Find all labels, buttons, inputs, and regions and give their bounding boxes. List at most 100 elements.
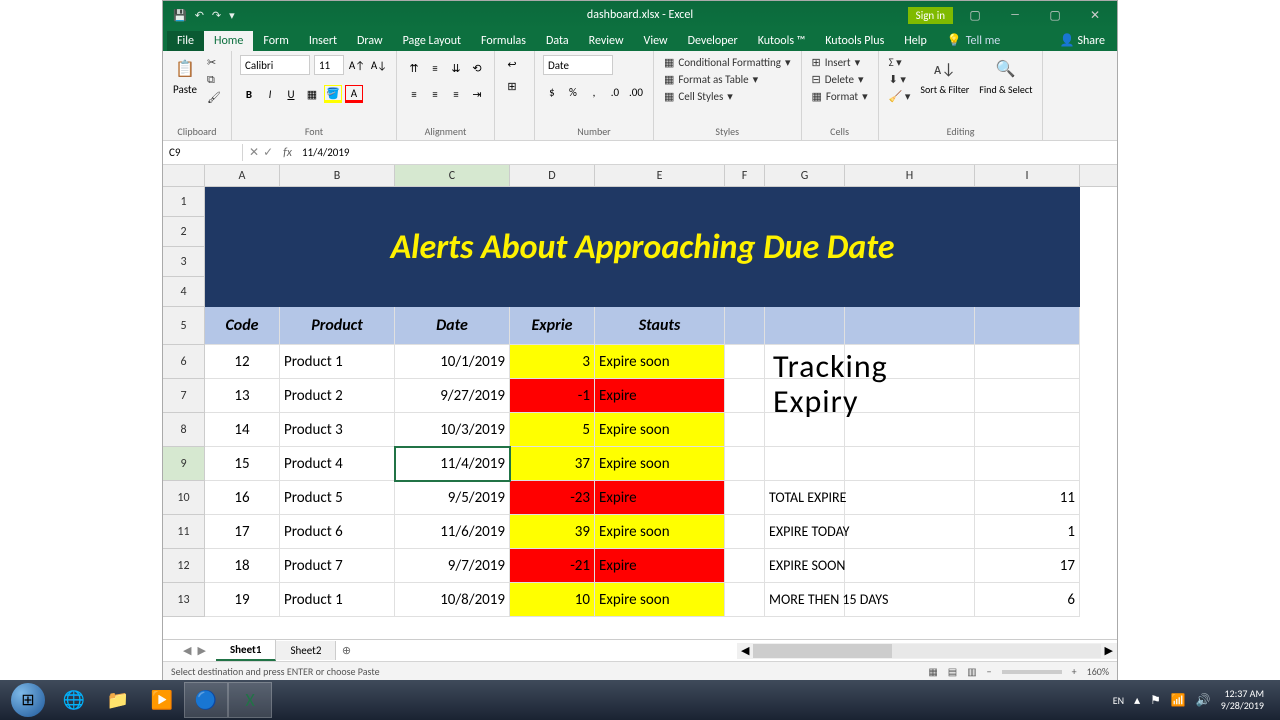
- sheet-nav-prev-icon[interactable]: ◀: [183, 644, 191, 657]
- cell-H12[interactable]: [845, 549, 975, 583]
- cell-B6[interactable]: Product 1: [280, 345, 395, 379]
- cell-D5[interactable]: Exprie: [510, 307, 595, 345]
- tab-file[interactable]: File: [167, 31, 204, 51]
- fill-color-button[interactable]: 🪣: [324, 85, 342, 103]
- cell-D6[interactable]: 3: [510, 345, 595, 379]
- autosum-button[interactable]: Σ ▾: [887, 55, 913, 70]
- tab-kutools-plus[interactable]: Kutools Plus: [815, 31, 894, 51]
- cell-B10[interactable]: Product 5: [280, 481, 395, 515]
- zoom-slider[interactable]: [1002, 670, 1062, 674]
- tray-flag-icon[interactable]: ⚑: [1150, 693, 1161, 708]
- col-header-B[interactable]: B: [280, 165, 395, 186]
- cell-F5[interactable]: [725, 307, 765, 345]
- cell-F12[interactable]: [725, 549, 765, 583]
- cell-B12[interactable]: Product 7: [280, 549, 395, 583]
- select-all-corner[interactable]: [163, 165, 205, 186]
- tray-lang[interactable]: EN: [1113, 694, 1124, 707]
- cell-H9[interactable]: [845, 447, 975, 481]
- row-header-5[interactable]: 5: [163, 307, 205, 345]
- row-header-13[interactable]: 13: [163, 583, 205, 617]
- number-format-select[interactable]: [543, 55, 613, 75]
- cell-A10[interactable]: 16: [205, 481, 280, 515]
- wrap-text-icon[interactable]: ↩: [503, 55, 521, 73]
- cell-D7[interactable]: -1: [510, 379, 595, 413]
- cell-C8[interactable]: 10/3/2019: [395, 413, 510, 447]
- border-button[interactable]: ▦: [303, 85, 321, 103]
- cell-B9[interactable]: Product 4: [280, 447, 395, 481]
- font-name-input[interactable]: [240, 55, 310, 75]
- cell-F10[interactable]: [725, 481, 765, 515]
- cell-F11[interactable]: [725, 515, 765, 549]
- cell-I13[interactable]: 6: [975, 583, 1080, 617]
- view-page-icon[interactable]: ▤: [948, 665, 957, 678]
- cell-H10[interactable]: [845, 481, 975, 515]
- cell-A5[interactable]: Code: [205, 307, 280, 345]
- maximize-button[interactable]: ▢: [1037, 1, 1073, 29]
- orientation-icon[interactable]: ⟲: [468, 59, 486, 77]
- zoom-in-icon[interactable]: +: [1072, 665, 1077, 678]
- taskbar-ie-icon[interactable]: 🌐: [52, 682, 96, 718]
- copy-button[interactable]: ⧉: [205, 72, 223, 88]
- align-center-icon[interactable]: ≡: [426, 85, 444, 103]
- paste-button[interactable]: 📋Paste: [171, 55, 199, 98]
- cell-I6[interactable]: [975, 345, 1080, 379]
- cell-I9[interactable]: [975, 447, 1080, 481]
- find-select-button[interactable]: 🔍Find & Select: [977, 55, 1034, 98]
- underline-button[interactable]: U: [282, 85, 300, 103]
- row-header-3[interactable]: 3: [163, 247, 205, 277]
- col-header-F[interactable]: F: [725, 165, 765, 186]
- tray-up-icon[interactable]: ▴: [1134, 693, 1140, 708]
- tab-view[interactable]: View: [634, 31, 678, 51]
- cell-E13[interactable]: Expire soon: [595, 583, 725, 617]
- format-as-table-button[interactable]: ▦ Format as Table ▾: [662, 72, 793, 87]
- tab-draw[interactable]: Draw: [347, 31, 393, 51]
- align-right-icon[interactable]: ≡: [447, 85, 465, 103]
- align-bottom-icon[interactable]: ⇊: [447, 59, 465, 77]
- formula-bar[interactable]: 11/4/2019: [296, 144, 1117, 161]
- cell-C9[interactable]: 11/4/2019: [395, 447, 510, 481]
- fill-button[interactable]: ⬇ ▾: [887, 72, 913, 87]
- tab-kutools[interactable]: Kutools ™: [748, 31, 816, 51]
- align-left-icon[interactable]: ≡: [405, 85, 423, 103]
- cell-F6[interactable]: [725, 345, 765, 379]
- cell-D8[interactable]: 5: [510, 413, 595, 447]
- row-header-1[interactable]: 1: [163, 187, 205, 217]
- cell-G13[interactable]: MORE THEN 15 DAYS: [765, 583, 845, 617]
- conditional-formatting-button[interactable]: ▦ Conditional Formatting ▾: [662, 55, 793, 70]
- decrease-decimal-icon[interactable]: .00: [627, 83, 645, 101]
- cell-E11[interactable]: Expire soon: [595, 515, 725, 549]
- tab-developer[interactable]: Developer: [678, 31, 748, 51]
- tab-page-layout[interactable]: Page Layout: [393, 31, 471, 51]
- taskbar-chrome-icon[interactable]: 🔵: [184, 682, 228, 718]
- cut-button[interactable]: ✂: [205, 55, 223, 70]
- increase-font-icon[interactable]: A↑: [348, 56, 366, 74]
- cell-C10[interactable]: 9/5/2019: [395, 481, 510, 515]
- enter-formula-icon[interactable]: ✓: [263, 145, 273, 160]
- cell-A13[interactable]: 19: [205, 583, 280, 617]
- cell-I12[interactable]: 17: [975, 549, 1080, 583]
- col-header-G[interactable]: G: [765, 165, 845, 186]
- cell-E5[interactable]: Stauts: [595, 307, 725, 345]
- cell-D11[interactable]: 39: [510, 515, 595, 549]
- ribbon-options-icon[interactable]: ▢: [957, 1, 993, 29]
- cell-G9[interactable]: [765, 447, 845, 481]
- cell-G10[interactable]: TOTAL EXPIRE: [765, 481, 845, 515]
- cell-C13[interactable]: 10/8/2019: [395, 583, 510, 617]
- col-header-D[interactable]: D: [510, 165, 595, 186]
- font-color-button[interactable]: A: [345, 85, 363, 103]
- cell-A7[interactable]: 13: [205, 379, 280, 413]
- zoom-level[interactable]: 160%: [1087, 665, 1109, 678]
- cell-B13[interactable]: Product 1: [280, 583, 395, 617]
- cell-C6[interactable]: 10/1/2019: [395, 345, 510, 379]
- cell-B7[interactable]: Product 2: [280, 379, 395, 413]
- signin-button[interactable]: Sign in: [908, 7, 953, 24]
- cell-C5[interactable]: Date: [395, 307, 510, 345]
- col-header-A[interactable]: A: [205, 165, 280, 186]
- taskbar-media-icon[interactable]: ▶️: [140, 682, 184, 718]
- cell-F8[interactable]: [725, 413, 765, 447]
- tab-help[interactable]: Help: [894, 31, 937, 51]
- cell-G11[interactable]: EXPIRE TODAY: [765, 515, 845, 549]
- cell-A6[interactable]: 12: [205, 345, 280, 379]
- percent-icon[interactable]: %: [564, 83, 582, 101]
- cell-E8[interactable]: Expire soon: [595, 413, 725, 447]
